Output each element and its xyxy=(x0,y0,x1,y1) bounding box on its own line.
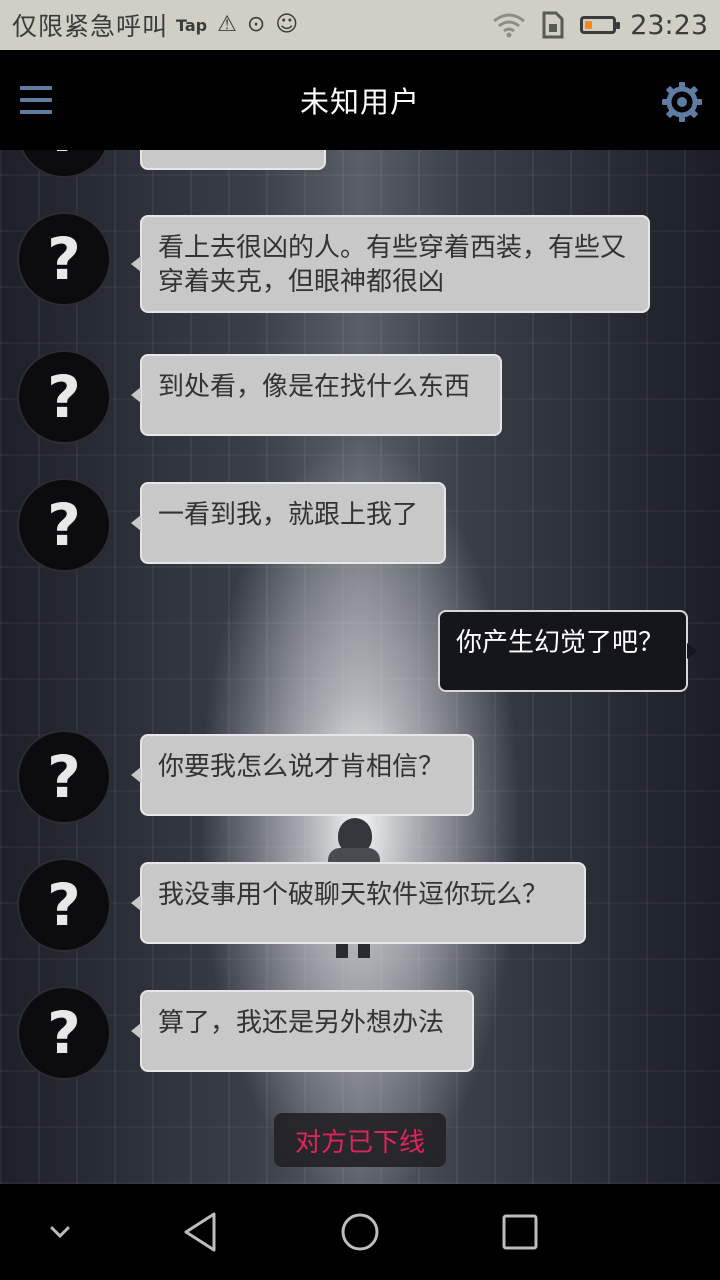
system-nav-bar xyxy=(0,1184,720,1280)
chat-area[interactable]: ? ? 看上去很凶的人。有些穿着西装，有些又穿着夹克，但眼神都很凶 ? 到处看，… xyxy=(0,150,720,1184)
message-bubble-outgoing: 你产生幻觉了吧？ xyxy=(438,610,697,692)
chevron-down-icon[interactable] xyxy=(32,1204,88,1260)
message-bubble-incoming: 看上去很凶的人。有些穿着西装，有些又穿着夹克，但眼神都很凶 xyxy=(131,215,650,313)
status-bar: 仅限紧急呼叫 Tap ⚠ ⊙ ☺ 23:23 xyxy=(0,0,720,50)
battery-icon xyxy=(580,16,621,34)
warning-icon: ⚠ xyxy=(217,12,237,37)
face-notification-icon: ☺ xyxy=(275,12,299,37)
page-title: 未知用户 xyxy=(299,85,420,119)
contact-avatar[interactable]: ? xyxy=(17,986,111,1080)
app-notification-icon: ⊙ xyxy=(246,12,266,37)
recents-icon[interactable] xyxy=(492,1204,548,1260)
message-bubble-incoming: 算了，我还是另外想办法 xyxy=(131,990,474,1072)
clock: 23:23 xyxy=(630,9,708,41)
contact-avatar[interactable]: ? xyxy=(17,478,111,572)
message-bubble-incoming: 一看到我，就跟上我了 xyxy=(131,482,446,564)
message-bubble-incoming: 你要我怎么说才肯相信？ xyxy=(131,734,474,816)
hamburger-menu-icon[interactable] xyxy=(20,86,52,114)
sim-card-icon xyxy=(542,11,564,39)
home-icon[interactable] xyxy=(332,1204,388,1260)
contact-avatar[interactable]: ? xyxy=(17,212,111,306)
contact-avatar[interactable]: ? xyxy=(17,730,111,824)
message-bubble-incoming: 到处看，像是在找什么东西 xyxy=(131,354,502,436)
message-bubble-partial xyxy=(140,150,326,170)
offline-notice: 对方已下线 xyxy=(274,1113,446,1167)
contact-avatar[interactable]: ? xyxy=(17,350,111,444)
app-header: 未知用户 xyxy=(0,50,720,150)
tap-label: Tap xyxy=(176,15,208,35)
message-bubble-incoming: 我没事用个破聊天软件逗你玩么？ xyxy=(131,862,586,944)
back-icon[interactable] xyxy=(172,1204,228,1260)
contact-avatar[interactable]: ? xyxy=(17,858,111,952)
carrier-label: 仅限紧急呼叫 xyxy=(12,12,169,41)
gear-icon[interactable] xyxy=(660,80,704,124)
wifi-icon xyxy=(493,13,526,38)
contact-avatar[interactable]: ? xyxy=(17,150,111,178)
